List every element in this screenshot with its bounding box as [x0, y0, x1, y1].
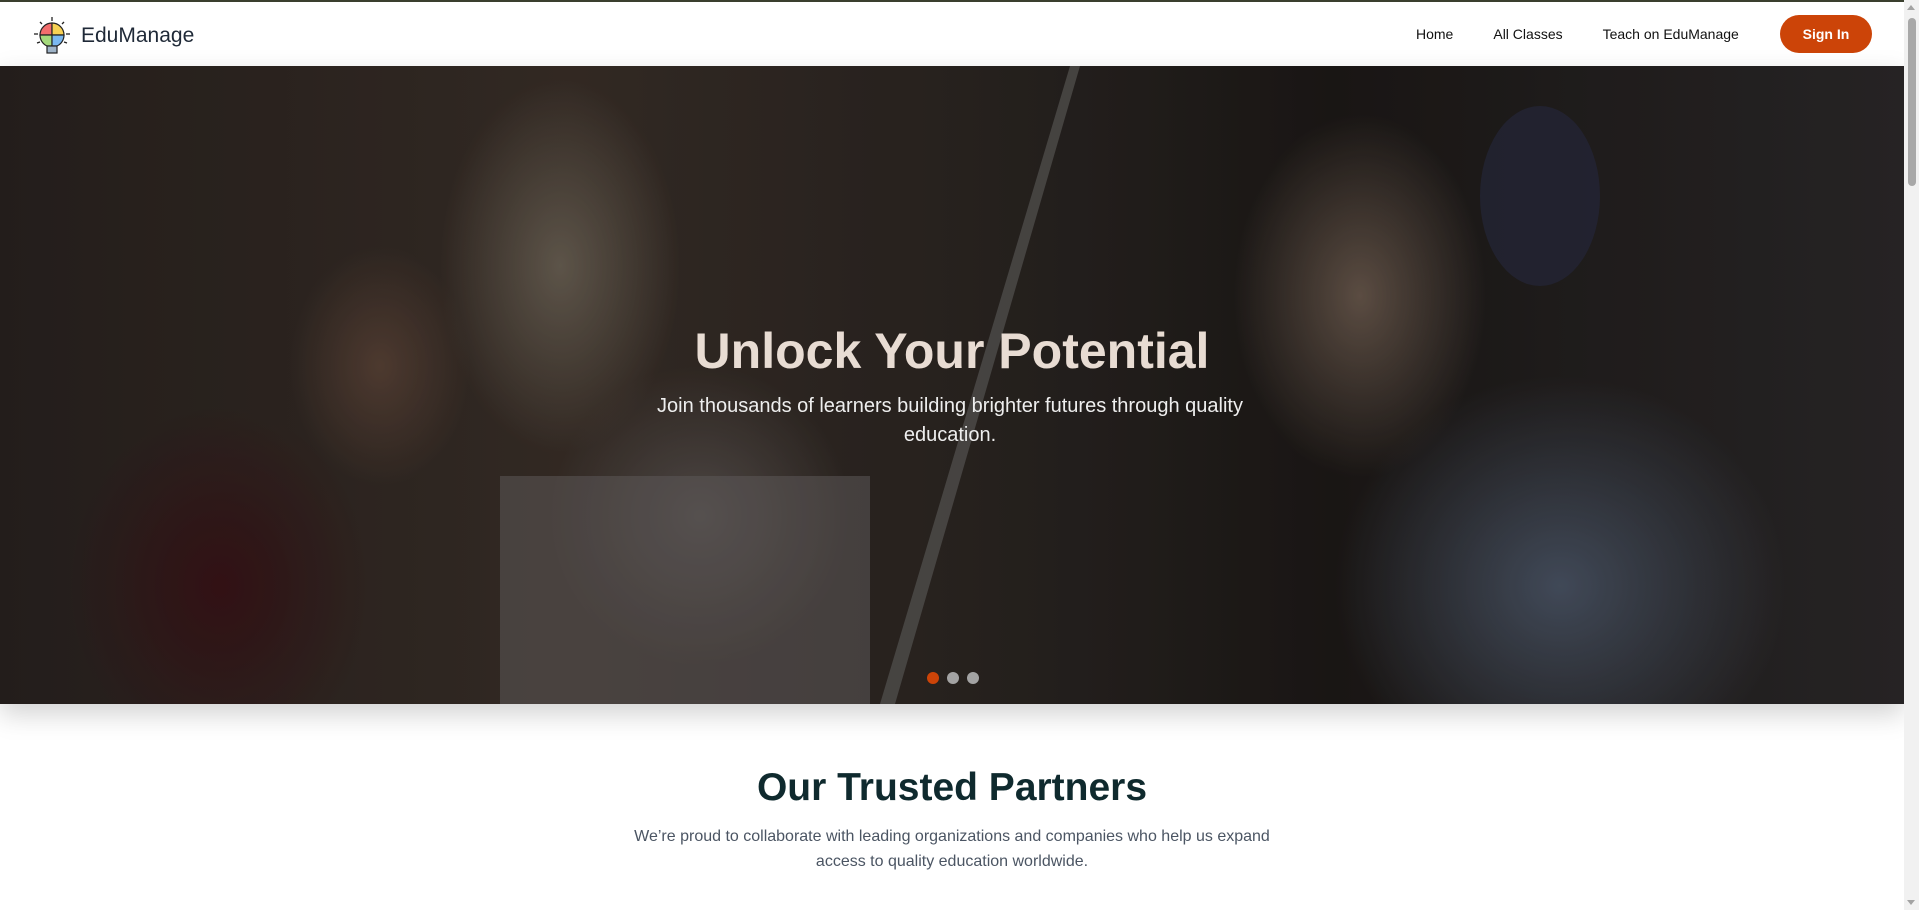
page-scrollbar[interactable] — [1904, 0, 1919, 910]
scroll-up-icon[interactable] — [1907, 5, 1915, 10]
hero-carousel: Unlock Your Potential Join thousands of … — [0, 66, 1904, 704]
hero-subtitle: Join thousands of learners building brig… — [657, 395, 1243, 446]
nav-all-classes-link[interactable]: All Classes — [1493, 26, 1562, 42]
scroll-down-icon[interactable] — [1907, 900, 1915, 905]
hero-background-image — [0, 66, 1904, 704]
partners-title: Our Trusted Partners — [756, 766, 1148, 809]
scrollbar-thumb[interactable] — [1908, 18, 1916, 186]
sign-in-button[interactable]: Sign In — [1780, 15, 1872, 53]
carousel-indicators — [927, 672, 979, 684]
carousel-dot-2[interactable] — [947, 672, 959, 684]
nav-teach-link[interactable]: Teach on EduManage — [1603, 26, 1739, 42]
navbar: EduManage Home All Classes Teach on EduM… — [0, 2, 1904, 66]
partners-description: We’re proud to collaborate with leading … — [634, 828, 1270, 870]
brand-name: EduManage — [81, 24, 195, 47]
hero-title: Unlock Your Potential — [694, 323, 1210, 379]
carousel-dot-3[interactable] — [967, 672, 979, 684]
lightbulb-puzzle-icon — [34, 17, 70, 54]
brand-logo[interactable]: EduManage — [31, 15, 194, 57]
carousel-dot-1[interactable] — [927, 672, 939, 684]
nav-home-link[interactable]: Home — [1416, 26, 1453, 42]
